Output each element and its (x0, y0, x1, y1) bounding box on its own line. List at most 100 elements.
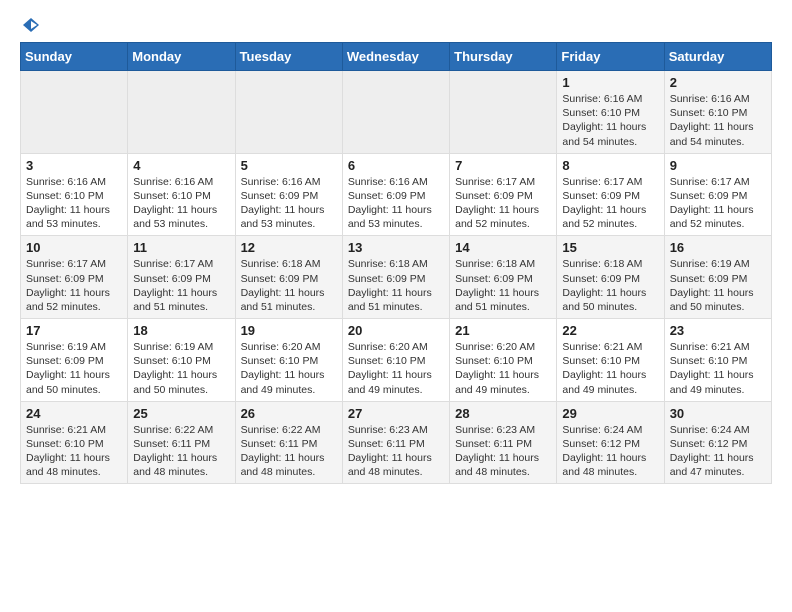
calendar-cell: 13 Sunrise: 6:18 AMSunset: 6:09 PMDayligh… (342, 236, 449, 319)
cell-info: Sunrise: 6:24 AMSunset: 6:12 PMDaylight:… (562, 423, 658, 480)
day-number: 28 (455, 406, 551, 421)
day-number: 14 (455, 240, 551, 255)
cell-info: Sunrise: 6:18 AMSunset: 6:09 PMDaylight:… (241, 257, 337, 314)
weekday-header-friday: Friday (557, 43, 664, 71)
calendar-cell: 2 Sunrise: 6:16 AMSunset: 6:10 PMDaylight… (664, 71, 771, 154)
calendar-cell: 10 Sunrise: 6:17 AMSunset: 6:09 PMDayligh… (21, 236, 128, 319)
calendar-week-row: 17 Sunrise: 6:19 AMSunset: 6:09 PMDayligh… (21, 319, 772, 402)
cell-info: Sunrise: 6:20 AMSunset: 6:10 PMDaylight:… (348, 340, 444, 397)
cell-info: Sunrise: 6:22 AMSunset: 6:11 PMDaylight:… (241, 423, 337, 480)
day-number: 8 (562, 158, 658, 173)
day-number: 24 (26, 406, 122, 421)
calendar-cell: 12 Sunrise: 6:18 AMSunset: 6:09 PMDayligh… (235, 236, 342, 319)
cell-info: Sunrise: 6:19 AMSunset: 6:10 PMDaylight:… (133, 340, 229, 397)
day-number: 15 (562, 240, 658, 255)
calendar-table: SundayMondayTuesdayWednesdayThursdayFrid… (20, 42, 772, 484)
calendar-week-row: 24 Sunrise: 6:21 AMSunset: 6:10 PMDayligh… (21, 401, 772, 484)
day-number: 13 (348, 240, 444, 255)
calendar-cell: 27 Sunrise: 6:23 AMSunset: 6:11 PMDayligh… (342, 401, 449, 484)
weekday-header-monday: Monday (128, 43, 235, 71)
cell-info: Sunrise: 6:16 AMSunset: 6:09 PMDaylight:… (348, 175, 444, 232)
cell-info: Sunrise: 6:16 AMSunset: 6:09 PMDaylight:… (241, 175, 337, 232)
day-number: 23 (670, 323, 766, 338)
calendar-cell: 6 Sunrise: 6:16 AMSunset: 6:09 PMDaylight… (342, 153, 449, 236)
cell-info: Sunrise: 6:16 AMSunset: 6:10 PMDaylight:… (670, 92, 766, 149)
calendar-cell: 20 Sunrise: 6:20 AMSunset: 6:10 PMDayligh… (342, 319, 449, 402)
day-number: 3 (26, 158, 122, 173)
calendar-cell: 24 Sunrise: 6:21 AMSunset: 6:10 PMDayligh… (21, 401, 128, 484)
day-number: 26 (241, 406, 337, 421)
day-number: 29 (562, 406, 658, 421)
cell-info: Sunrise: 6:21 AMSunset: 6:10 PMDaylight:… (26, 423, 122, 480)
calendar-cell: 5 Sunrise: 6:16 AMSunset: 6:09 PMDaylight… (235, 153, 342, 236)
day-number: 30 (670, 406, 766, 421)
calendar-cell: 17 Sunrise: 6:19 AMSunset: 6:09 PMDayligh… (21, 319, 128, 402)
cell-info: Sunrise: 6:17 AMSunset: 6:09 PMDaylight:… (670, 175, 766, 232)
calendar-cell: 3 Sunrise: 6:16 AMSunset: 6:10 PMDaylight… (21, 153, 128, 236)
cell-info: Sunrise: 6:23 AMSunset: 6:11 PMDaylight:… (455, 423, 551, 480)
calendar-cell (450, 71, 557, 154)
calendar-cell: 21Sunrise: 6:20 AMSunset: 6:10 PMDayligh… (450, 319, 557, 402)
cell-info: Sunrise: 6:16 AMSunset: 6:10 PMDaylight:… (562, 92, 658, 149)
cell-info: Sunrise: 6:20 AMSunset: 6:10 PMDaylight:… (455, 340, 551, 397)
calendar-week-row: 10 Sunrise: 6:17 AMSunset: 6:09 PMDayligh… (21, 236, 772, 319)
cell-info: Sunrise: 6:22 AMSunset: 6:11 PMDaylight:… (133, 423, 229, 480)
calendar-cell (342, 71, 449, 154)
day-number: 5 (241, 158, 337, 173)
weekday-header-tuesday: Tuesday (235, 43, 342, 71)
cell-info: Sunrise: 6:17 AMSunset: 6:09 PMDaylight:… (455, 175, 551, 232)
weekday-header-sunday: Sunday (21, 43, 128, 71)
calendar-cell: 16Sunrise: 6:19 AMSunset: 6:09 PMDayligh… (664, 236, 771, 319)
day-number: 17 (26, 323, 122, 338)
calendar-cell: 30 Sunrise: 6:24 AMSunset: 6:12 PMDayligh… (664, 401, 771, 484)
cell-info: Sunrise: 6:16 AMSunset: 6:10 PMDaylight:… (26, 175, 122, 232)
cell-info: Sunrise: 6:23 AMSunset: 6:11 PMDaylight:… (348, 423, 444, 480)
calendar-cell (235, 71, 342, 154)
calendar-cell: 15Sunrise: 6:18 AMSunset: 6:09 PMDayligh… (557, 236, 664, 319)
logo (20, 16, 40, 34)
day-number: 20 (348, 323, 444, 338)
calendar-week-row: 3 Sunrise: 6:16 AMSunset: 6:10 PMDaylight… (21, 153, 772, 236)
calendar-cell: 23 Sunrise: 6:21 AMSunset: 6:10 PMDayligh… (664, 319, 771, 402)
cell-info: Sunrise: 6:21 AMSunset: 6:10 PMDaylight:… (670, 340, 766, 397)
calendar-cell: 1 Sunrise: 6:16 AMSunset: 6:10 PMDaylight… (557, 71, 664, 154)
cell-info: Sunrise: 6:19 AMSunset: 6:09 PMDaylight:… (26, 340, 122, 397)
cell-info: Sunrise: 6:21 AMSunset: 6:10 PMDaylight:… (562, 340, 658, 397)
day-number: 7 (455, 158, 551, 173)
calendar-week-row: 1 Sunrise: 6:16 AMSunset: 6:10 PMDaylight… (21, 71, 772, 154)
day-number: 22 (562, 323, 658, 338)
day-number: 6 (348, 158, 444, 173)
cell-info: Sunrise: 6:20 AMSunset: 6:10 PMDaylight:… (241, 340, 337, 397)
calendar-cell: 25Sunrise: 6:22 AMSunset: 6:11 PMDayligh… (128, 401, 235, 484)
calendar-cell: 7 Sunrise: 6:17 AMSunset: 6:09 PMDaylight… (450, 153, 557, 236)
day-number: 12 (241, 240, 337, 255)
day-number: 1 (562, 75, 658, 90)
day-number: 9 (670, 158, 766, 173)
calendar-cell: 19 Sunrise: 6:20 AMSunset: 6:10 PMDayligh… (235, 319, 342, 402)
page: SundayMondayTuesdayWednesdayThursdayFrid… (0, 0, 792, 504)
calendar-cell: 14Sunrise: 6:18 AMSunset: 6:09 PMDayligh… (450, 236, 557, 319)
day-number: 11 (133, 240, 229, 255)
cell-info: Sunrise: 6:17 AMSunset: 6:09 PMDaylight:… (26, 257, 122, 314)
weekday-header-thursday: Thursday (450, 43, 557, 71)
cell-info: Sunrise: 6:24 AMSunset: 6:12 PMDaylight:… (670, 423, 766, 480)
calendar-cell (128, 71, 235, 154)
day-number: 19 (241, 323, 337, 338)
day-number: 10 (26, 240, 122, 255)
day-number: 2 (670, 75, 766, 90)
calendar-cell: 28 Sunrise: 6:23 AMSunset: 6:11 PMDayligh… (450, 401, 557, 484)
header (20, 16, 772, 34)
day-number: 27 (348, 406, 444, 421)
cell-info: Sunrise: 6:18 AMSunset: 6:09 PMDaylight:… (348, 257, 444, 314)
day-number: 18 (133, 323, 229, 338)
calendar-cell: 26 Sunrise: 6:22 AMSunset: 6:11 PMDayligh… (235, 401, 342, 484)
calendar-cell: 29 Sunrise: 6:24 AMSunset: 6:12 PMDayligh… (557, 401, 664, 484)
logo-icon (22, 16, 40, 34)
calendar-cell: 11Sunrise: 6:17 AMSunset: 6:09 PMDayligh… (128, 236, 235, 319)
calendar-cell: 9 Sunrise: 6:17 AMSunset: 6:09 PMDaylight… (664, 153, 771, 236)
calendar-cell: 4Sunrise: 6:16 AMSunset: 6:10 PMDaylight… (128, 153, 235, 236)
weekday-header-wednesday: Wednesday (342, 43, 449, 71)
calendar-cell: 18 Sunrise: 6:19 AMSunset: 6:10 PMDayligh… (128, 319, 235, 402)
calendar-cell (21, 71, 128, 154)
cell-info: Sunrise: 6:16 AMSunset: 6:10 PMDaylight:… (133, 175, 229, 232)
